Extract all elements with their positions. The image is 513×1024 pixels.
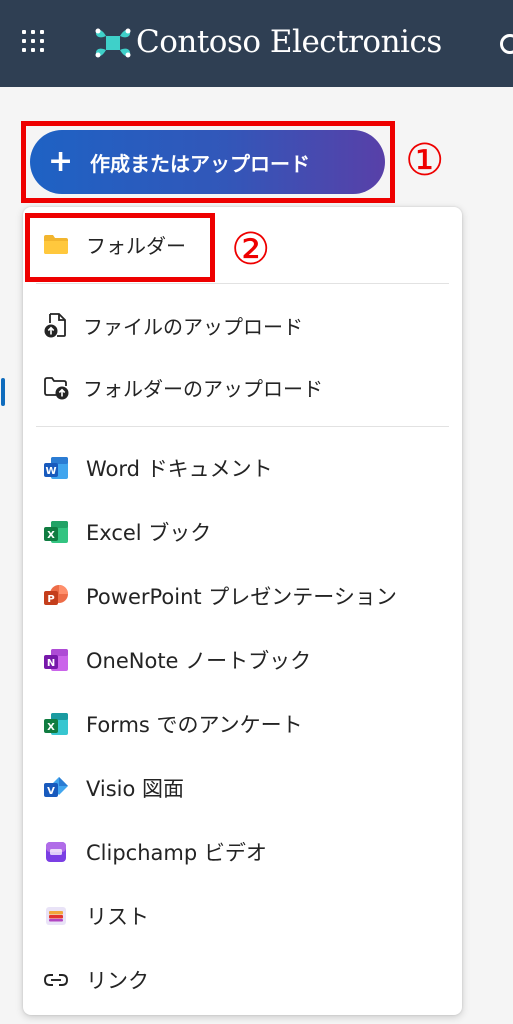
svg-text:W: W [45,466,56,477]
menu-item-file-upload[interactable]: ファイルのアップロード [23,297,462,353]
menu-item-label: フォルダー [86,233,186,258]
menu-item-label: ファイルのアップロード [83,314,303,339]
menu-item-word[interactable]: W Word ドキュメント [23,440,462,496]
file-upload-icon [44,313,66,338]
forms-icon: X [44,713,68,735]
menu-item-label: OneNote ノートブック [86,649,312,673]
menu-item-powerpoint[interactable]: P PowerPoint プレゼンテーション [23,568,462,624]
menu-item-clipchamp[interactable]: Clipchamp ビデオ [23,824,462,880]
svg-text:V: V [47,786,55,797]
visio-icon: V [44,777,68,797]
menu-item-label: フォルダーのアップロード [83,376,323,401]
powerpoint-icon: P [44,585,68,605]
menu-divider [36,426,449,427]
menu-item-forms[interactable]: X Forms でのアンケート [23,696,462,752]
settings-icon[interactable] [500,34,513,54]
create-or-upload-button[interactable]: + 作成またはアップロード [30,130,385,194]
menu-item-lists[interactable]: リスト [23,888,462,944]
word-icon: W [44,457,68,479]
menu-divider [36,283,449,284]
svg-text:P: P [47,594,54,605]
menu-item-label: Excel ブック [86,521,212,545]
svg-text:X: X [47,722,55,733]
menu-item-onenote[interactable]: N OneNote ノートブック [23,632,462,688]
menu-item-label: Clipchamp ビデオ [86,841,267,865]
menu-item-label: Word ドキュメント [86,457,273,481]
folder-upload-icon [44,377,69,400]
plus-icon: + [48,144,74,179]
onenote-icon: N [44,649,68,671]
menu-item-label: Forms でのアンケート [86,713,303,737]
folder-icon [44,235,68,254]
app-launcher-icon[interactable] [22,30,48,56]
create-or-upload-label: 作成またはアップロード [90,151,310,176]
menu-item-link[interactable]: リンク [23,952,462,1008]
svg-text:N: N [47,658,55,669]
excel-icon: X [44,521,68,543]
menu-item-label: リスト [86,905,149,929]
callout-number-1: ① [405,135,445,186]
menu-item-label: リンク [86,969,149,993]
app-title: Contoso Electronics [136,24,442,60]
menu-item-visio[interactable]: V Visio 図面 [23,760,462,816]
menu-item-label: PowerPoint プレゼンテーション [86,585,397,609]
contoso-logo-icon [95,28,131,58]
create-menu: フォルダー ファイルのアップロード フォルダーのアップロード W Word ドキ… [23,207,462,1015]
menu-item-label: Visio 図面 [86,777,185,801]
link-icon [44,974,68,986]
svg-text:X: X [47,530,55,541]
menu-item-excel[interactable]: X Excel ブック [23,504,462,560]
nav-selection-indicator [1,378,5,406]
top-bar: Contoso Electronics [0,0,513,87]
lists-icon [46,907,66,925]
menu-item-folder-upload[interactable]: フォルダーのアップロード [23,359,462,415]
callout-number-2: ② [231,224,271,275]
clipchamp-icon [46,842,66,862]
